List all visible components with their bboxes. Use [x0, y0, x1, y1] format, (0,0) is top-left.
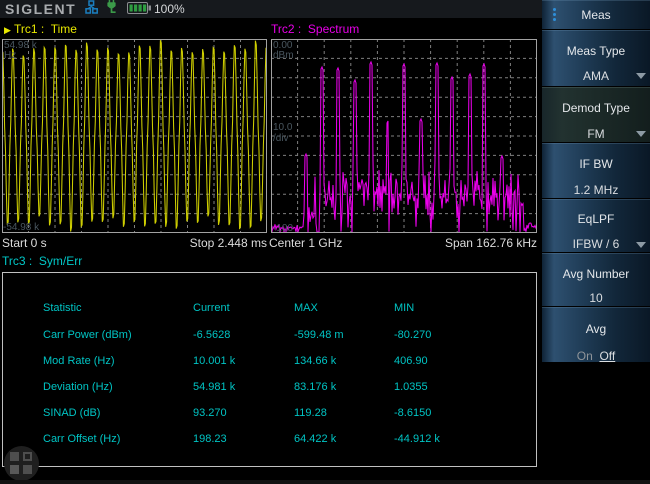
- svg-text:-100: -100: [273, 223, 293, 233]
- svg-text:-54.98 k: -54.98 k: [3, 222, 40, 233]
- svg-text:dBm: dBm: [273, 50, 294, 61]
- svg-text:Hz: Hz: [4, 50, 16, 61]
- svg-text:/div: /div: [273, 133, 289, 144]
- svg-text:10.0: 10.0: [273, 122, 293, 133]
